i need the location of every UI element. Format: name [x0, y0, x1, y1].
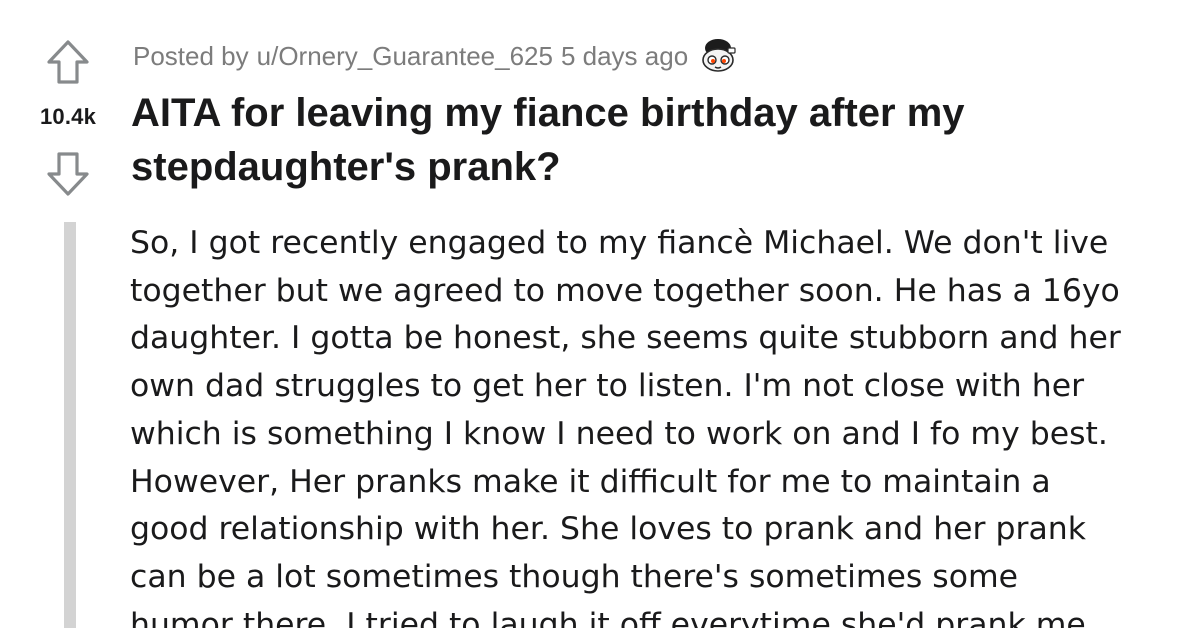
upvote-button[interactable] [44, 38, 92, 88]
upvote-arrow-icon [47, 40, 89, 84]
vote-column: 10.4k [0, 0, 130, 628]
post-title[interactable]: AITA for leaving my fiance birthday afte… [131, 86, 1181, 194]
post-age: 5 days ago [560, 40, 689, 71]
post-meta: Posted by u/Ornery_Guarantee_625 5 days ag… [133, 38, 738, 74]
vote-score: 10.4k [39, 104, 97, 129]
snoo-avatar-icon [702, 39, 736, 72]
post-body: So, I got recently engaged to my fiancè … [130, 225, 1121, 628]
author-link[interactable]: u/Ornery_Guarantee_625 [257, 41, 553, 72]
downvote-arrow-icon [47, 152, 89, 196]
downvote-button[interactable] [44, 148, 92, 198]
thread-line[interactable] [64, 222, 76, 628]
posted-by-label: Posted by [133, 40, 249, 71]
author-avatar[interactable] [698, 36, 738, 76]
